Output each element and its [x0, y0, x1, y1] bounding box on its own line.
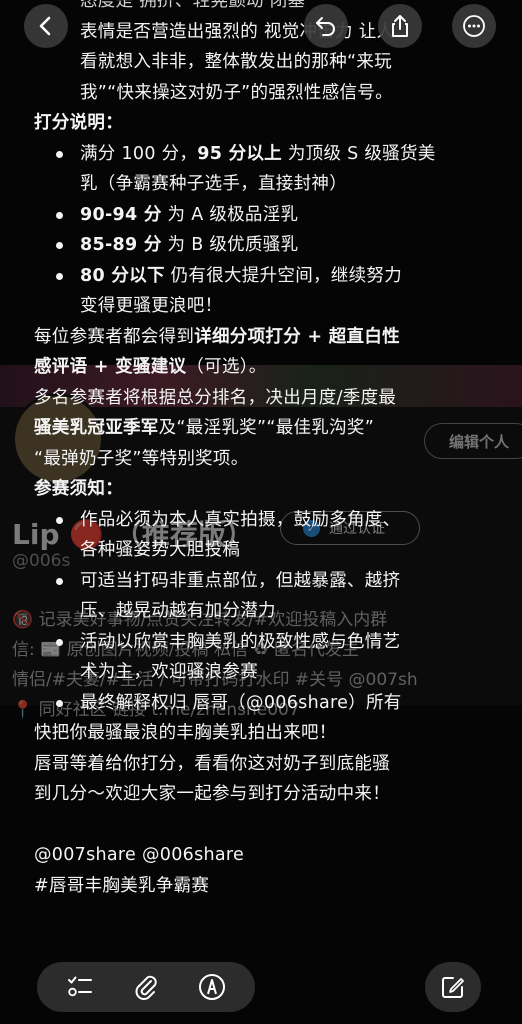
post-line: 骚美乳冠亚季军及“最淫乳奖”“最佳乳沟奖”: [34, 413, 494, 444]
scoring-text: 为 B 级优质骚乳: [161, 235, 299, 255]
notes-screen: 编辑个人 Lip 🔴 （推荐版） ✓ 通过认证 @006s 🔞 记录美好事物/点…: [0, 0, 522, 1024]
chevron-left-icon: [39, 16, 51, 36]
scoring-item: 90-94 分 为 A 级极品淫乳: [34, 200, 494, 231]
rule-item: 活动以欣赏丰胸美乳的极致性感与色情艺: [34, 627, 494, 658]
scoring-text: 仍有很大提升空间，继续努力: [164, 265, 403, 286]
post-text: （可选）。: [186, 357, 267, 377]
scoring-text: 为 A 级极品淫乳: [161, 204, 299, 225]
bottom-toolbar: [37, 962, 255, 1012]
compose-button[interactable]: [425, 962, 481, 1012]
markup-button[interactable]: [192, 967, 232, 1007]
post-line: “最弹奶子奖”等特别奖项。: [34, 448, 249, 469]
post-line: 态度是 拥挤、轻晃颤动 闭塞: [80, 0, 306, 11]
scoring-item: 80 分以下 仍有很大提升空间，继续努力: [34, 261, 494, 292]
share-button[interactable]: [378, 4, 422, 48]
post-bold-text: 感评语 + 变骚建议: [34, 357, 187, 377]
checklist-button[interactable]: [60, 967, 100, 1007]
post-line: 看就想入非非，整体散发出的那种“来玩: [80, 52, 392, 72]
scoring-item-cont: 变得更骚更浪吧！: [80, 296, 223, 316]
more-button[interactable]: [452, 4, 496, 48]
rule-item: 可适当打码非重点部位，但越暴露、越挤: [34, 566, 494, 597]
note-body[interactable]: 态度是 拥挤、轻晃颤动 闭塞 表情是否营造出强烈的 视觉冲击力 让人 看就想入非…: [34, 0, 494, 901]
post-line: 我”“快来操这对奶子”的强烈性感信号。: [80, 82, 393, 103]
scoring-text: 为顶级 S 级骚货美: [281, 143, 436, 164]
post-line: 每位参赛者都会得到详细分项打分 + 超直白性: [34, 322, 494, 353]
scoring-item: 85-89 分 为 B 级优质骚乳: [34, 230, 494, 261]
scoring-grade: 80 分以下: [80, 265, 165, 286]
scoring-grade: 95 分以上: [197, 143, 282, 164]
scoring-text: 满分 100 分，: [80, 143, 198, 164]
rule-item: 作品必须为本人真实拍摄，鼓励多角度、: [34, 505, 494, 536]
more-icon: [463, 15, 485, 37]
hashtag: #唇哥丰胸美乳争霸赛: [34, 875, 210, 896]
post-line: 多名参赛者将根据总分排名，决出月度/季度最: [34, 387, 397, 408]
post-bold-text: 骚美乳冠亚季军: [34, 418, 159, 438]
scoring-item: 满分 100 分，95 分以上 为顶级 S 级骚货美: [34, 139, 494, 170]
post-line: 感评语 + 变骚建议（可选）。: [34, 352, 494, 383]
post-text: 每位参赛者都会得到: [34, 326, 195, 347]
undo-button[interactable]: [304, 4, 348, 48]
post-line: 到几分～欢迎大家一起参与到打分活动中来！: [34, 784, 390, 804]
post-text: 及“最淫乳奖”“最佳乳沟奖”: [158, 418, 375, 438]
undo-icon: [316, 17, 335, 36]
rule-item-cont: 各种骚姿势大胆投稿: [80, 540, 241, 560]
post-bold-text: 详细分项打分 + 超直白性: [194, 326, 400, 347]
share-icon: [392, 15, 408, 37]
paperclip-icon: [135, 975, 157, 1000]
post-line: 唇哥等着给你打分，看看你这对奶子到底能骚: [34, 753, 390, 774]
scoring-grade: 85-89 分: [80, 235, 162, 255]
rule-item-cont: 压、越晃动越有加分潜力: [80, 601, 276, 621]
scoring-heading: 打分说明：: [34, 113, 123, 133]
markup-pen-icon: [199, 974, 225, 1000]
scoring-item-cont: 乳（争霸赛种子选手，直接封神）: [80, 174, 347, 194]
rule-item-cont: 术为主，欢迎骚浪参赛: [80, 662, 258, 682]
post-line: 表情是否营造出强烈的 视觉冲击力 让人: [80, 21, 395, 42]
rules-heading: 参赛须知：: [34, 479, 123, 499]
compose-icon: [442, 977, 464, 998]
mentions: @007share @006share: [34, 845, 245, 865]
post-line: 快把你最骚最浪的丰胸美乳拍出来吧！: [34, 723, 337, 743]
rule-item: 最终解释权归 唇哥（@006share）所有: [34, 688, 494, 719]
scoring-grade: 90-94 分: [80, 204, 162, 225]
back-button[interactable]: [24, 4, 68, 48]
checklist-icon: [68, 976, 92, 997]
attach-button[interactable]: [126, 967, 166, 1007]
